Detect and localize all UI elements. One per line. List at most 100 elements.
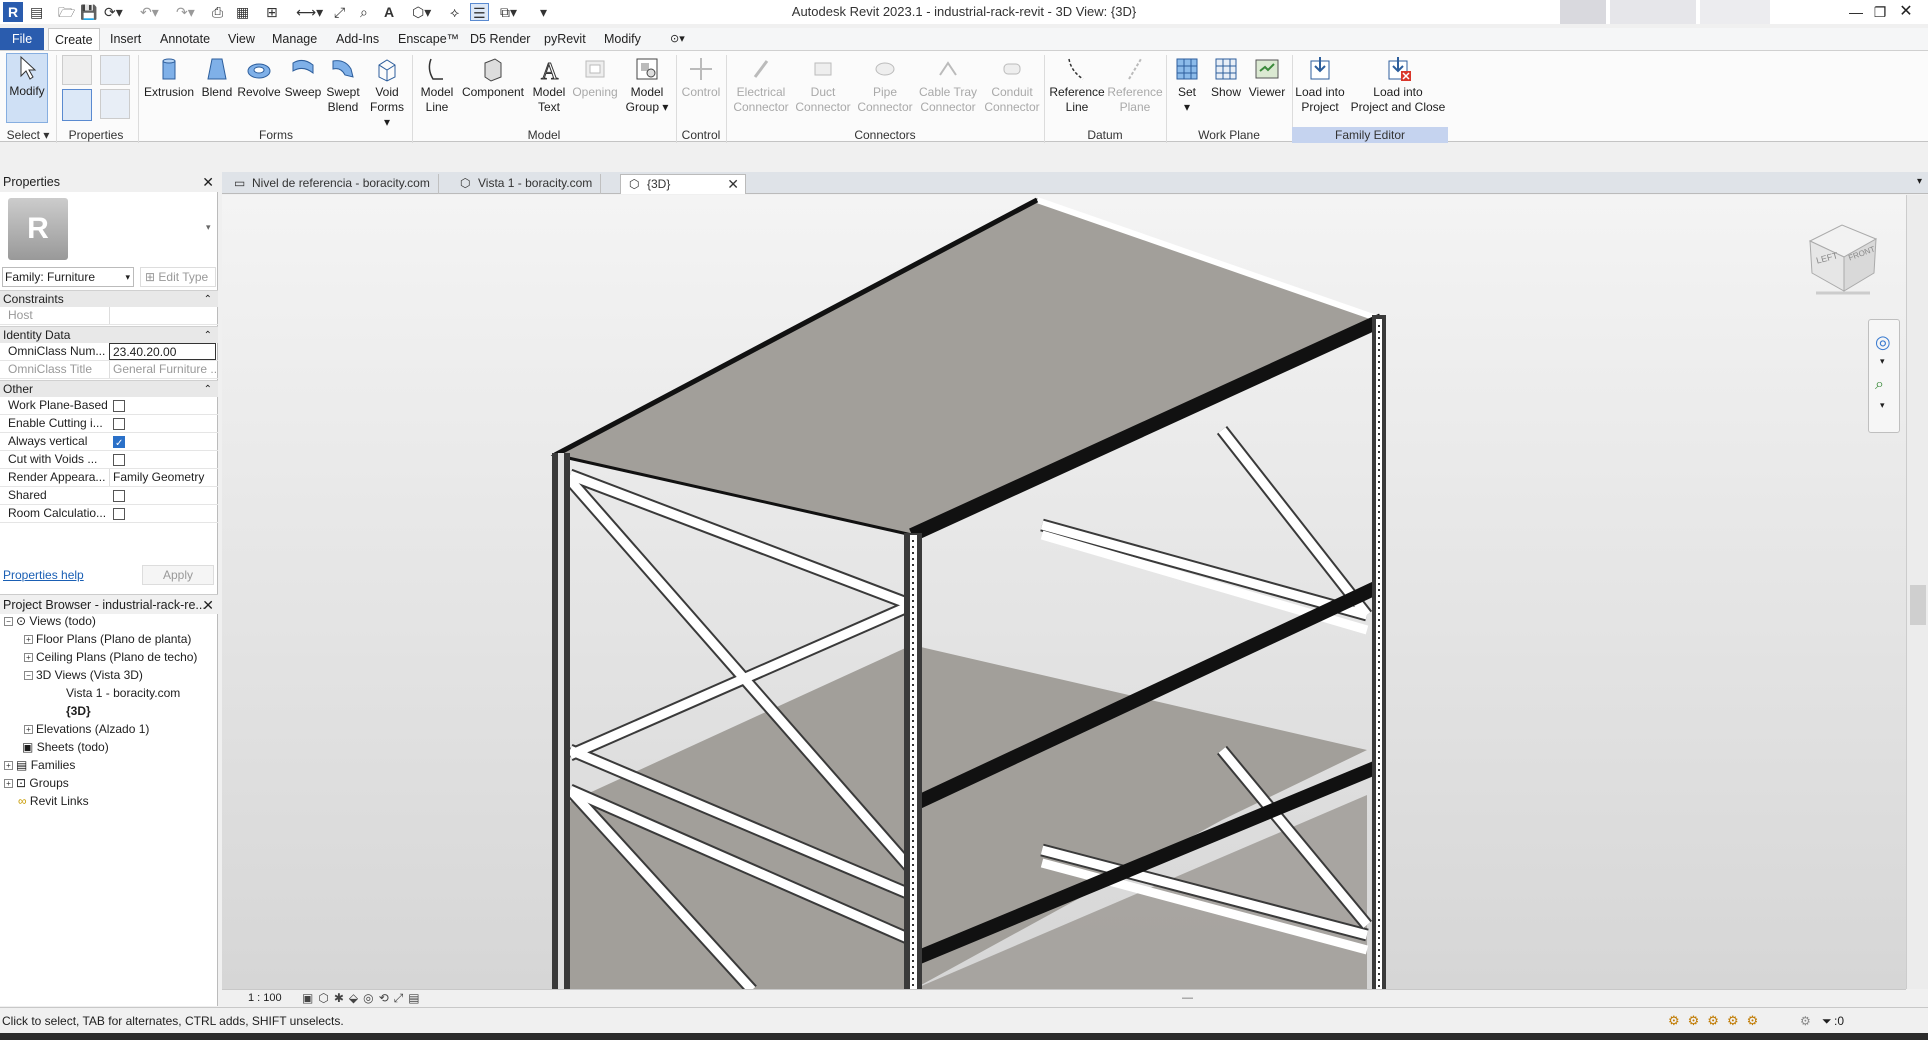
type-selector[interactable]: Family: Furniture ▾ — [2, 267, 134, 287]
steering-wheel-icon[interactable]: ◎ — [1875, 332, 1891, 353]
pipe-connector-button[interactable]: Pipe Connector — [854, 55, 916, 115]
tag-all-icon[interactable]: ⌕ — [360, 3, 368, 21]
viewcube[interactable]: LEFT FRONT — [1804, 217, 1882, 295]
opening-button[interactable]: Opening — [570, 55, 620, 100]
expand-icon[interactable]: + — [24, 653, 33, 663]
vertical-scrollbar[interactable] — [1906, 195, 1928, 989]
tab-file[interactable]: File — [0, 28, 45, 50]
duct-connector-button[interactable]: Duct Connector — [792, 55, 854, 115]
tree-item-3d-views[interactable]: −3D Views (Vista 3D) — [24, 666, 143, 684]
collapse-icon[interactable]: − — [4, 617, 13, 627]
other-group[interactable]: Other ⌃ — [0, 380, 218, 397]
pdf-icon[interactable]: ▦ — [236, 3, 249, 21]
tree-item-revit-links[interactable]: ∞ Revit Links — [18, 792, 89, 810]
redo-icon[interactable]: ↷▾ — [176, 3, 195, 21]
conduit-connector-button[interactable]: Conduit Connector — [980, 55, 1044, 115]
tree-item-floor-plans[interactable]: + Floor Plans (Plano de planta) — [24, 630, 191, 648]
open-folder-icon[interactable]: 🗁 — [58, 3, 75, 21]
expand-icon[interactable]: + — [24, 635, 33, 645]
extrusion-button[interactable]: Extrusion — [143, 55, 195, 100]
dimension-icon[interactable]: ⟷▾ — [296, 3, 323, 21]
tab-vista-1[interactable]: ⬡ Vista 1 - boracity.com — [452, 174, 602, 194]
tag-icon[interactable]: ⤢ — [334, 3, 345, 21]
load-into-project-button[interactable]: Load into Project — [1292, 55, 1348, 115]
select-panel-label[interactable]: Select ▾ — [0, 127, 56, 143]
expand-icon[interactable]: + — [4, 761, 13, 771]
expand-icon[interactable]: + — [4, 779, 13, 789]
properties-toggle-icon[interactable] — [62, 89, 92, 121]
tree-item-families[interactable]: + ▤ Families — [4, 756, 75, 774]
load-into-project-and-close-button[interactable]: Load into Project and Close — [1348, 55, 1448, 115]
work-plane-based-checkbox[interactable] — [113, 400, 125, 412]
view-scale[interactable]: 1 : 100 — [248, 990, 282, 1007]
sync-icon[interactable]: ⟳▾ — [104, 3, 123, 21]
measure-icon[interactable]: ⊞ — [266, 3, 278, 21]
prop-row-omniclass-number[interactable]: OmniClass Num... 23.40.20.00 — [0, 343, 218, 361]
room-calculation-checkbox[interactable] — [113, 508, 125, 520]
tree-item-sheets[interactable]: ▣ Sheets (todo) — [22, 738, 109, 756]
tab-pyrevit[interactable]: pyRevit — [538, 28, 592, 50]
revit-logo-icon[interactable]: R — [3, 2, 23, 22]
tab-nivel-de-referencia[interactable]: ▭ Nivel de referencia - boracity.com — [226, 174, 439, 194]
tab-annotate[interactable]: Annotate — [154, 28, 216, 50]
background-process-icon[interactable]: ⚙ — [1800, 1008, 1811, 1034]
blend-button[interactable]: Blend — [197, 55, 237, 100]
show-work-plane-button[interactable]: Show — [1206, 55, 1246, 100]
filter-icon[interactable]: ⏷ — [1822, 1008, 1832, 1034]
tree-item-groups[interactable]: + ⊡ Groups — [4, 774, 69, 792]
type-properties-icon[interactable] — [100, 89, 130, 119]
render-appearance-value[interactable]: Family Geometry — [109, 469, 216, 486]
print-icon[interactable]: ⎙ — [212, 3, 223, 21]
tab-list-icon[interactable]: ▾ — [1917, 176, 1922, 187]
type-dropdown-icon[interactable]: ▾ — [206, 222, 211, 233]
modify-button[interactable]: Modify — [6, 53, 48, 123]
always-vertical-checkbox[interactable] — [113, 435, 125, 452]
family-category-icon[interactable] — [62, 55, 92, 85]
text-icon[interactable]: A — [384, 3, 394, 21]
tab-manage[interactable]: Manage — [266, 28, 323, 50]
cut-with-voids-checkbox[interactable] — [113, 454, 125, 466]
enable-cutting-checkbox[interactable] — [113, 418, 125, 430]
tab-create[interactable]: Create — [48, 28, 100, 50]
identity-data-group[interactable]: Identity Data ⌃ — [0, 326, 218, 343]
undo-icon[interactable]: ↶▾ — [140, 3, 159, 21]
tab-view[interactable]: View — [222, 28, 261, 50]
revolve-button[interactable]: Revolve — [236, 55, 282, 100]
selection-options-icons[interactable]: ⚙⚙⚙⚙⚙ — [1668, 1008, 1766, 1034]
close-tab-icon[interactable]: ✕ — [727, 175, 739, 194]
reference-plane-button[interactable]: Reference Plane — [1106, 55, 1164, 115]
restore-icon[interactable]: ❐ — [1866, 2, 1894, 22]
tree-item-elevations[interactable]: + Elevations (Alzado 1) — [24, 720, 149, 738]
shared-checkbox[interactable] — [113, 490, 125, 502]
chevron-down-icon[interactable]: ▾ — [1880, 356, 1885, 367]
tab-modify[interactable]: Modify — [598, 28, 647, 50]
void-forms-button[interactable]: Void Forms ▾ — [366, 55, 408, 130]
set-work-plane-button[interactable]: Set ▾ — [1170, 55, 1204, 115]
save-icon[interactable]: 💾 — [80, 3, 97, 21]
reference-line-button[interactable]: Reference Line — [1048, 55, 1106, 115]
sweep-button[interactable]: Sweep — [282, 55, 324, 100]
chevron-down-icon[interactable]: ▾ — [1880, 400, 1885, 411]
close-browser-icon[interactable]: ✕ — [202, 595, 214, 615]
collapse-icon[interactable]: − — [24, 671, 33, 681]
zoom-region-icon[interactable]: ⌕ — [1875, 376, 1884, 394]
family-types-icon[interactable] — [100, 55, 130, 85]
electrical-connector-button[interactable]: Electrical Connector — [730, 55, 792, 115]
close-icon[interactable]: ✕ — [1892, 2, 1920, 22]
horizontal-scroll-thumb[interactable]: — — [1182, 990, 1193, 1007]
component-button[interactable]: Component — [460, 55, 526, 100]
tab-insert[interactable]: Insert — [104, 28, 147, 50]
close-properties-icon[interactable]: ✕ — [202, 172, 214, 192]
3d-viewport[interactable]: LEFT FRONT ◎ ▾ ⌕ ▾ — [222, 195, 1906, 989]
customize-qat-icon[interactable]: ▾ — [540, 3, 547, 21]
model-group-button[interactable]: Model Group ▾ — [624, 55, 670, 115]
edit-type-button[interactable]: ⊞ Edit Type — [140, 267, 216, 287]
tree-item-3d-current[interactable]: {3D} — [66, 702, 91, 720]
tab-d5-render[interactable]: D5 Render — [464, 28, 536, 50]
default-3d-icon[interactable]: ⬡▾ — [412, 3, 431, 21]
scrollbar-thumb[interactable] — [1910, 585, 1926, 625]
apply-button[interactable]: Apply — [142, 565, 214, 585]
model-line-button[interactable]: Model Line — [416, 55, 458, 115]
tab-add-ins[interactable]: Add-Ins — [330, 28, 385, 50]
model-text-button[interactable]: A Model Text — [528, 55, 570, 115]
